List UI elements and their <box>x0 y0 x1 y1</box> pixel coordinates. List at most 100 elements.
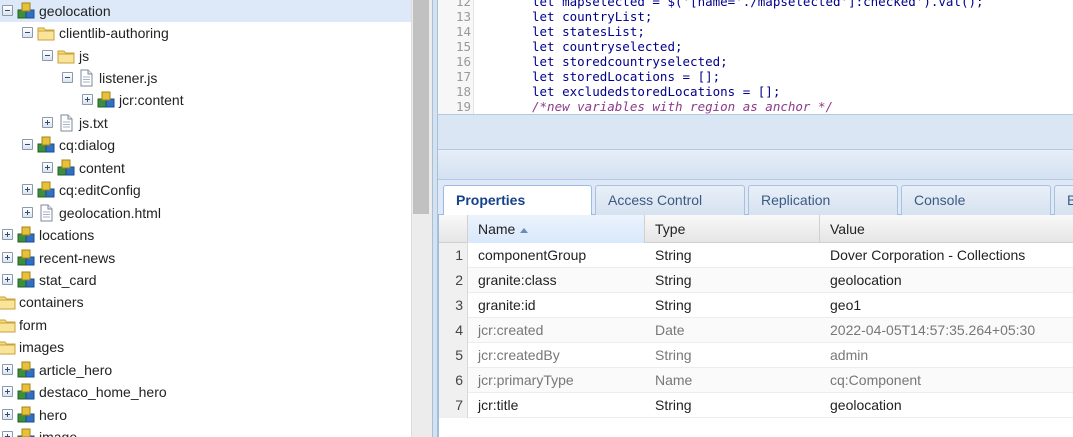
tab-console[interactable]: Console <box>901 185 1051 215</box>
tree-node[interactable]: containers <box>0 291 411 313</box>
tree-node[interactable]: geolocation <box>0 0 411 22</box>
code-line: let storedcountryselected; <box>532 54 728 69</box>
expand-icon[interactable] <box>2 274 13 285</box>
table-row[interactable]: 3 granite:id String geo1 <box>439 293 1073 318</box>
tree-node-label: destaco_home_hero <box>39 384 167 400</box>
line-number: 19 <box>455 99 471 114</box>
tree-node[interactable]: article_hero <box>0 359 411 381</box>
expand-icon[interactable] <box>2 386 13 397</box>
name-column-label: Name <box>478 221 516 237</box>
tab-console-label: Console <box>914 192 966 208</box>
expand-icon[interactable] <box>2 431 13 437</box>
component-icon <box>17 249 35 267</box>
tree-node-label: listener.js <box>99 70 158 86</box>
tab-more[interactable]: B <box>1054 185 1073 215</box>
component-icon <box>97 91 115 109</box>
tab-properties[interactable]: Properties <box>443 185 592 216</box>
line-number: 14 <box>455 24 471 39</box>
row-number-cell: 5 <box>439 343 468 368</box>
component-icon <box>17 226 35 244</box>
expand-icon[interactable] <box>2 229 13 240</box>
expand-icon[interactable] <box>2 364 13 375</box>
expand-icon[interactable] <box>82 94 93 105</box>
row-number-cell: 4 <box>439 318 468 343</box>
tree-node[interactable]: locations <box>0 224 411 246</box>
tree-node[interactable]: cq:dialog <box>0 134 411 156</box>
tree-node[interactable]: form <box>0 314 411 336</box>
expand-icon[interactable] <box>42 162 53 173</box>
tree-node[interactable]: cq:editConfig <box>0 179 411 201</box>
tree-node[interactable]: jcr:content <box>0 89 411 111</box>
type-cell: String <box>655 347 692 363</box>
tree-node[interactable]: js.txt <box>0 112 411 134</box>
tree-node-label: js.txt <box>79 115 108 131</box>
line-number: 16 <box>455 54 471 69</box>
tab-replication[interactable]: Replication <box>748 185 898 215</box>
component-icon <box>17 383 35 401</box>
properties-panel-header <box>438 150 1073 180</box>
table-row[interactable]: 4 jcr:created Date 2022-04-05T14:57:35.264+… <box>439 318 1073 343</box>
table-row[interactable]: 2 granite:class String geolocation <box>439 268 1073 293</box>
row-number-cell: 1 <box>439 243 468 268</box>
tab-bar: Properties Access Control Replication Co… <box>438 180 1073 216</box>
value-column-header[interactable]: Value <box>820 215 1073 243</box>
collapse-icon[interactable] <box>42 50 53 61</box>
code-line: let countryselected; <box>532 39 683 54</box>
tree-node[interactable]: hero <box>0 404 411 426</box>
component-icon <box>17 361 35 379</box>
type-cell: String <box>655 297 692 313</box>
type-cell: String <box>655 397 692 413</box>
name-column-header[interactable]: Name <box>468 215 645 243</box>
tree-node[interactable]: listener.js <box>0 67 411 89</box>
component-icon <box>17 2 35 20</box>
row-number-cell: 7 <box>439 393 468 418</box>
file-icon <box>77 69 95 87</box>
row-number-header <box>439 215 468 243</box>
type-column-header[interactable]: Type <box>645 215 820 243</box>
collapse-icon[interactable] <box>22 27 33 38</box>
tree-node[interactable]: content <box>0 157 411 179</box>
line-number: 15 <box>455 39 471 54</box>
line-number: 12 <box>455 0 471 9</box>
table-row[interactable]: 5 jcr:createdBy String admin <box>439 343 1073 368</box>
tree-node[interactable]: image <box>0 426 411 437</box>
expand-icon[interactable] <box>2 252 13 263</box>
code-line: let excludedstoredLocations = []; <box>532 84 781 99</box>
tree-node-label: clientlib-authoring <box>59 25 169 41</box>
expand-icon[interactable] <box>42 117 53 128</box>
type-cell: String <box>655 272 692 288</box>
collapse-icon[interactable] <box>22 139 33 150</box>
tree-scrollbar-thumb[interactable] <box>413 0 429 214</box>
row-number-cell: 2 <box>439 268 468 293</box>
tree-node[interactable]: recent-news <box>0 247 411 269</box>
expand-icon[interactable] <box>22 207 33 218</box>
expand-icon[interactable] <box>2 409 13 420</box>
value-cell: geolocation <box>830 397 902 413</box>
name-cell: jcr:primaryType <box>478 372 574 388</box>
table-row[interactable]: 1 componentGroup String Dover Corporation -… <box>439 243 1073 268</box>
grid-header: Name Type Value <box>439 215 1073 243</box>
expand-icon[interactable] <box>22 184 33 195</box>
tree-node[interactable]: clientlib-authoring <box>0 22 411 44</box>
tree-node-label: image <box>39 429 78 437</box>
tree-node-label: geolocation <box>39 3 111 19</box>
collapse-icon[interactable] <box>62 72 73 83</box>
table-row[interactable]: 7 jcr:title String geolocation <box>439 393 1073 418</box>
component-icon <box>37 136 55 154</box>
tree-node-label: jcr:content <box>119 92 184 108</box>
component-icon <box>17 271 35 289</box>
tree-node[interactable]: destaco_home_hero <box>0 381 411 403</box>
tree-node[interactable]: images <box>0 336 411 358</box>
row-number-cell: 3 <box>439 293 468 318</box>
type-cell: String <box>655 247 692 263</box>
tree-node[interactable]: js <box>0 45 411 67</box>
collapse-icon[interactable] <box>2 5 13 16</box>
folder-icon <box>57 47 75 65</box>
code-line: let mapselected = $('[name='./mapselecte… <box>532 0 984 9</box>
table-row[interactable]: 6 jcr:primaryType Name cq:Component <box>439 368 1073 393</box>
tree-node[interactable]: stat_card <box>0 269 411 291</box>
code-line: let statesList; <box>532 24 645 39</box>
tab-access-control[interactable]: Access Control <box>595 185 745 215</box>
tree-node[interactable]: geolocation.html <box>0 202 411 224</box>
code-editor[interactable]: 12 let mapselected = $('[name='./mapselec… <box>438 0 1073 114</box>
